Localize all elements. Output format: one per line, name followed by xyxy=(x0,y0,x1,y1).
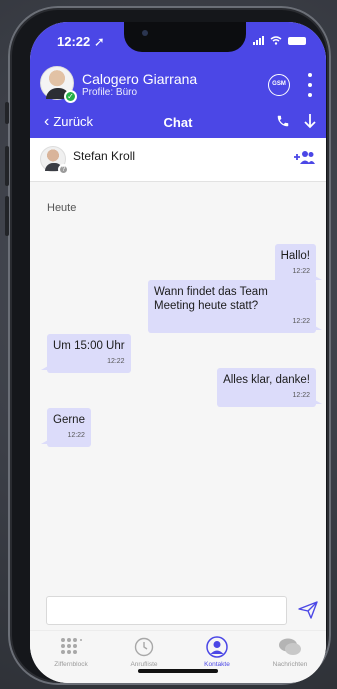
message-bubble-incoming[interactable]: Um 15:00 Uhr 12:22 xyxy=(41,334,131,373)
message-time: 12:22 xyxy=(292,268,310,275)
message-text: Alles klar, danke! xyxy=(223,374,310,386)
profile-section[interactable]: ✓ Calogero Giarrana Profile: Büro GSM xyxy=(40,66,316,106)
message-bubble-outgoing[interactable]: Alles klar, danke! 12:22 xyxy=(217,368,322,407)
tab-call-history[interactable]: Anrufliste xyxy=(109,635,179,668)
message-text: Wann findet das Team Meeting heute statt… xyxy=(154,286,268,312)
call-history-icon xyxy=(109,635,179,659)
message-text: Hallo! xyxy=(280,250,310,262)
tab-label: Nachrichten xyxy=(272,661,308,668)
battery-icon xyxy=(288,36,306,45)
tab-label: Kontakte xyxy=(204,661,230,668)
send-icon[interactable] xyxy=(298,601,318,619)
message-time: 12:22 xyxy=(292,392,310,399)
mute-switch xyxy=(5,102,9,124)
home-indicator xyxy=(138,669,218,673)
tab-label: Anrufliste xyxy=(130,661,158,668)
nav-bar: ‹ Zurück Chat xyxy=(30,112,326,134)
message-composer xyxy=(30,594,326,630)
phone-frame: 12:22 ➚ ✓ Calogero Giarrana Profile: Bür… xyxy=(5,6,331,685)
chat-thread[interactable]: Heute Hallo! 12:22 Wann findet das Team … xyxy=(30,182,326,594)
chat-contact-row[interactable]: ? Stefan Kroll xyxy=(30,138,326,182)
tab-label: Ziffernblock xyxy=(54,661,88,668)
arrow-down-icon[interactable] xyxy=(304,113,316,129)
day-separator: Heute xyxy=(47,202,77,214)
front-camera xyxy=(142,30,148,36)
contact-status-unknown-icon: ? xyxy=(58,164,69,175)
gsm-button[interactable]: GSM xyxy=(268,74,290,96)
message-bubble-outgoing[interactable]: Wann findet das Team Meeting heute statt… xyxy=(148,280,322,333)
online-status-icon: ✓ xyxy=(64,90,77,103)
add-participant-icon[interactable] xyxy=(292,149,316,165)
message-bubble-incoming[interactable]: Gerne 12:22 xyxy=(41,408,91,447)
message-text: Gerne xyxy=(53,414,85,426)
contact-name: Stefan Kroll xyxy=(73,149,136,163)
volume-down-button xyxy=(5,196,9,236)
signal-icon xyxy=(253,36,264,45)
message-text: Um 15:00 Uhr xyxy=(53,340,125,352)
message-time: 12:22 xyxy=(107,358,125,365)
bottom-tab-bar: Ziffernblock Anrufliste Kontakte Nachric… xyxy=(30,630,326,683)
status-time: 12:22 ➚ xyxy=(57,34,105,49)
location-arrow-icon: ➚ xyxy=(93,34,105,49)
profile-name: Calogero Giarrana xyxy=(82,71,198,87)
message-time: 12:22 xyxy=(67,432,85,439)
call-icon[interactable] xyxy=(276,114,290,128)
notch xyxy=(124,22,246,52)
profile-subtitle: Profile: Büro xyxy=(82,87,138,98)
tab-keypad[interactable]: Ziffernblock xyxy=(36,635,106,668)
tab-contacts[interactable]: Kontakte xyxy=(182,635,252,668)
keypad-icon xyxy=(36,635,106,659)
message-input[interactable] xyxy=(46,596,287,625)
wifi-icon xyxy=(270,36,282,45)
message-time: 12:22 xyxy=(292,318,310,325)
messages-icon xyxy=(255,635,325,659)
message-bubble-outgoing[interactable]: Hallo! 12:22 xyxy=(274,244,323,283)
volume-up-button xyxy=(5,146,9,186)
contacts-icon xyxy=(182,635,252,659)
more-menu-icon[interactable] xyxy=(308,73,314,97)
phone-screen: 12:22 ➚ ✓ Calogero Giarrana Profile: Bür… xyxy=(30,22,326,683)
tab-messages[interactable]: Nachrichten xyxy=(255,635,325,668)
